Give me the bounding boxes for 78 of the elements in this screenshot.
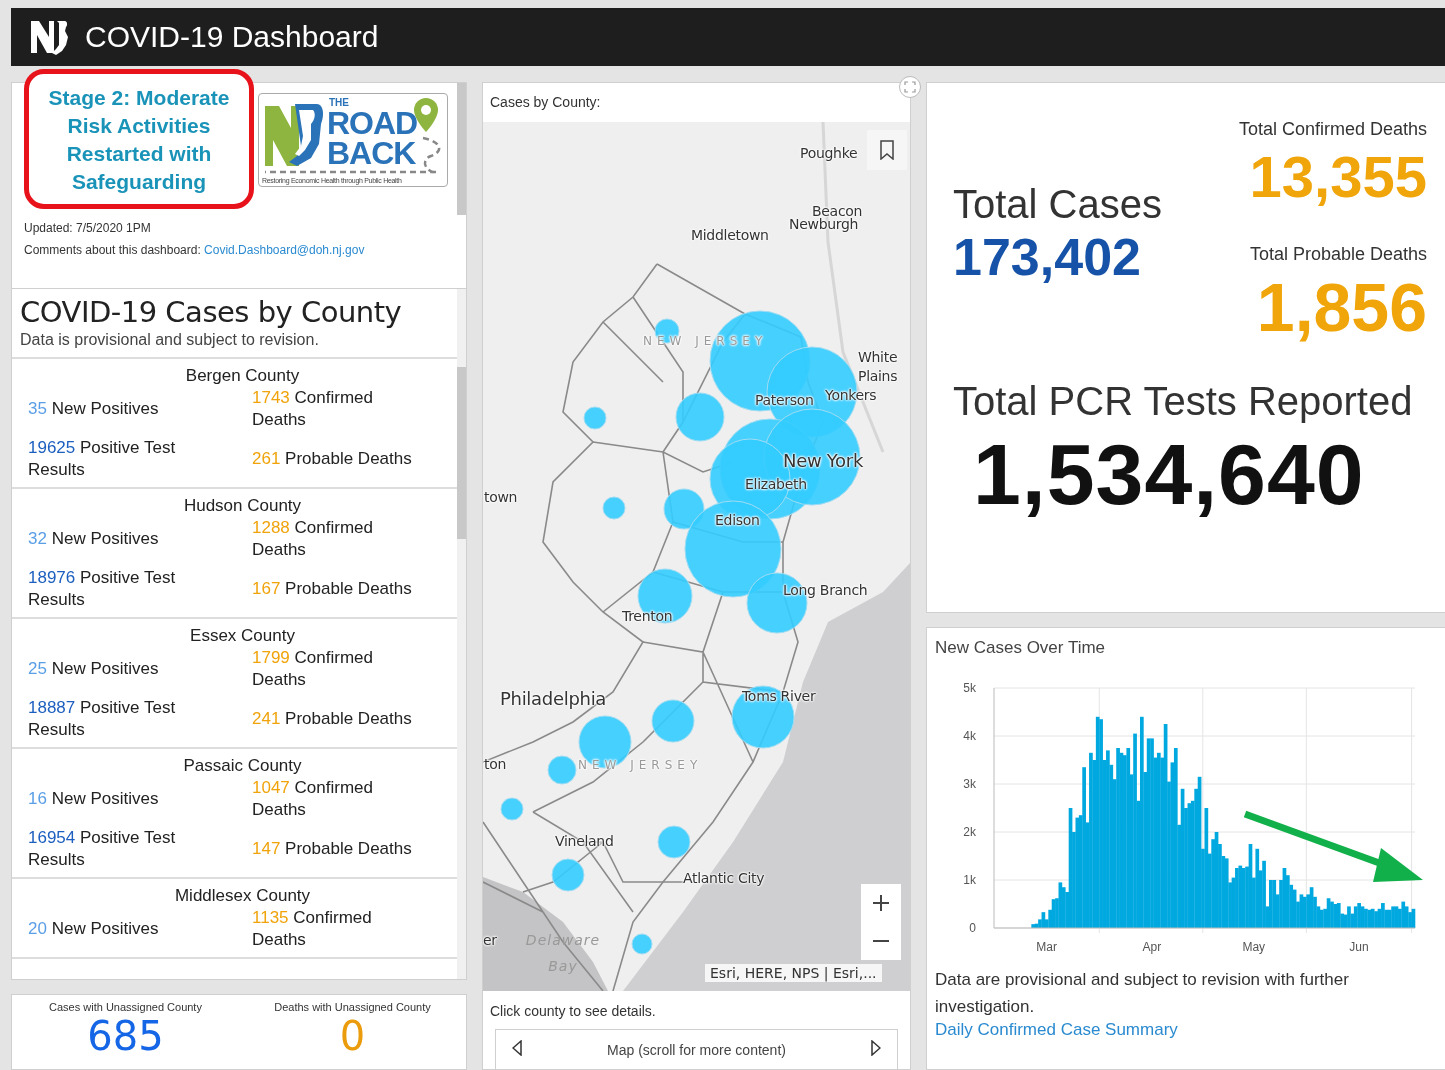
- y-tick-label: 5k: [963, 681, 976, 695]
- probable-deaths-value: 1,856: [1255, 268, 1427, 347]
- county-name: Bergen County: [184, 365, 301, 387]
- county-name: Middlesex County: [173, 885, 312, 907]
- unassigned-count: 685: [86, 1013, 165, 1059]
- chart-title: New Cases Over Time: [935, 638, 1107, 658]
- positive-tests-text: 18976 Positive Test Results: [28, 567, 177, 611]
- map-footer-text: Click county to see details.: [489, 1002, 657, 1021]
- map-label: Atlantic City: [683, 870, 765, 886]
- map-label: Poughke: [800, 145, 858, 161]
- map-label: Vineland: [555, 833, 614, 849]
- new-positives-text: 16 New Positives: [28, 788, 160, 810]
- y-tick-label: 4k: [963, 729, 976, 743]
- confirmed-deaths-text: 1047 Confirmed Deaths: [252, 777, 374, 821]
- probable-deaths-text: 147 Probable Deaths: [252, 838, 413, 860]
- x-tick-label: Mar: [1036, 940, 1057, 954]
- pcr-tests-value: 1,534,640: [973, 425, 1366, 524]
- logo-the: THE: [329, 97, 349, 108]
- new-positives-text: 25 New Positives: [28, 658, 160, 680]
- map-label: Beacon: [812, 203, 863, 219]
- map-label: Newburgh: [789, 216, 859, 232]
- x-tick-label: Apr: [1142, 940, 1162, 954]
- dashboard-title: COVID-19 Dashboard: [85, 20, 379, 54]
- confirmed-deaths-text: 1135 Confirmed Deaths: [252, 907, 373, 951]
- logo-back: BACK: [327, 138, 416, 168]
- pcr-tests-label: Total PCR Tests Reported: [953, 379, 1414, 424]
- total-cases-label: Total Cases: [953, 181, 1163, 227]
- confirmed-deaths-text: 1799 Confirmed Deaths: [252, 647, 374, 691]
- list-title: COVID-19 Cases by County: [20, 295, 403, 329]
- probable-deaths-label: Total Probable Deaths: [1248, 244, 1427, 265]
- list-subtitle: Data is provisional and subject to revision.: [20, 331, 320, 349]
- confirmed-deaths-text: 1743 Confirmed Deaths: [252, 387, 374, 431]
- positive-tests-text: 18887 Positive Test Results: [28, 697, 177, 741]
- new-positives-text: 32 New Positives: [28, 528, 160, 550]
- panel-nav-label: Map (scroll for more content): [607, 1041, 786, 1058]
- unassigned-count: 0: [338, 1013, 367, 1059]
- chart-note: Data are provisional and subject to revision with further investigation.: [935, 969, 1350, 1018]
- email-link[interactable]: Covid.Dashboard@doh.nj.gov: [204, 243, 365, 257]
- map-label: Edison: [715, 512, 760, 528]
- map-attribution: Esri, HERE, NPS | Esri,...: [705, 964, 882, 982]
- confirmed-deaths-text: 1288 Confirmed Deaths: [252, 517, 374, 561]
- case-summary-link[interactable]: Daily Confirmed Case Summary: [935, 1020, 1178, 1039]
- updated-text: Updated: 7/5/2020 1PM: [24, 220, 152, 237]
- unassigned-label: Cases with Unassigned County: [48, 1001, 203, 1013]
- y-tick-label: 0: [969, 921, 976, 935]
- y-tick-label: 2k: [963, 825, 976, 839]
- confirmed-deaths-value: 13,355: [1248, 143, 1427, 211]
- map-label: Paterson: [755, 392, 814, 408]
- comments-label: Comments about this dashboard:: [24, 243, 202, 257]
- positive-tests-text: 19625 Positive Test Results: [28, 437, 177, 481]
- map-label: ton: [484, 756, 507, 772]
- probable-deaths-text: 167 Probable Deaths: [252, 578, 413, 600]
- y-tick-label: 1k: [963, 873, 976, 887]
- confirmed-deaths-label: Total Confirmed Deaths: [1238, 119, 1427, 140]
- positive-tests-text: 16954 Positive Test Results: [28, 827, 177, 871]
- county-name: Essex County: [189, 625, 296, 647]
- county-name: Passaic County: [182, 755, 303, 777]
- map-label: town: [484, 489, 518, 505]
- map-title: Cases by County:: [489, 93, 602, 112]
- map-label: Middletown: [691, 227, 769, 243]
- y-tick-label: 3k: [963, 777, 976, 791]
- map-label: Toms River: [742, 688, 816, 704]
- new-positives-text: 20 New Positives: [28, 918, 160, 940]
- map-label: er: [483, 932, 497, 948]
- total-cases-value: 173,402: [953, 226, 1142, 287]
- logo-road: ROAD: [327, 108, 418, 138]
- county-name: Hudson County: [182, 495, 303, 517]
- new-positives-text: 35 New Positives: [28, 398, 160, 420]
- x-tick-label: May: [1242, 940, 1266, 954]
- probable-deaths-text: 241 Probable Deaths: [252, 708, 413, 730]
- map-label: NEW JERSEY: [578, 758, 703, 772]
- probable-deaths-text: 261 Probable Deaths: [252, 448, 413, 470]
- unassigned-label: Deaths with Unassigned County: [273, 1001, 432, 1013]
- map-label: Philadelphia: [500, 688, 607, 709]
- map-label: White Plains: [858, 348, 899, 386]
- stage-notice: Stage 2: Moderate Risk Activities Restarted with Safeguarding: [24, 69, 254, 209]
- map-label: Elizabeth: [745, 476, 807, 492]
- x-tick-label: Jun: [1349, 940, 1369, 954]
